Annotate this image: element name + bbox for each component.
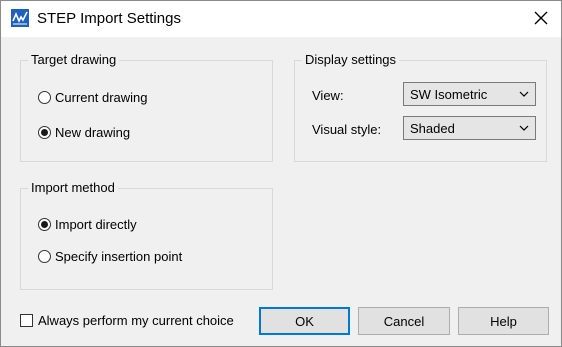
new-drawing-label: New drawing: [55, 125, 131, 140]
close-icon: [534, 11, 548, 25]
chevron-down-icon: [519, 125, 529, 131]
current-drawing-label: Current drawing: [55, 90, 148, 105]
target-drawing-group: Target drawing: [20, 52, 273, 162]
radio-button[interactable]: [38, 126, 51, 139]
view-value: SW Isometric: [410, 86, 488, 102]
always-perform-checkbox-row[interactable]: Always perform my current choice: [20, 313, 234, 328]
title-bar: STEP Import Settings: [1, 1, 561, 37]
view-dropdown[interactable]: SW Isometric: [403, 82, 536, 106]
import-method-legend: Import method: [28, 180, 118, 195]
close-button[interactable]: [527, 5, 555, 31]
visual-style-label: Visual style:: [312, 122, 382, 137]
radio-button[interactable]: [38, 218, 51, 231]
visual-style-dropdown[interactable]: Shaded: [403, 116, 536, 140]
import-directly-radio[interactable]: Import directly: [38, 217, 137, 232]
new-drawing-radio[interactable]: New drawing: [38, 125, 130, 140]
specify-insertion-point-radio[interactable]: Specify insertion point: [38, 249, 182, 264]
help-button[interactable]: Help: [458, 307, 549, 335]
specify-insertion-point-label: Specify insertion point: [55, 249, 183, 264]
radio-button[interactable]: [38, 91, 51, 104]
ok-button[interactable]: OK: [259, 307, 350, 335]
step-import-dialog: STEP Import Settings Target drawing Curr…: [0, 0, 562, 347]
visual-style-value: Shaded: [410, 120, 455, 136]
cancel-button[interactable]: Cancel: [358, 307, 450, 335]
view-label: View:: [312, 88, 344, 103]
display-settings-group: Display settings: [294, 52, 547, 162]
display-settings-legend: Display settings: [302, 52, 400, 67]
radio-button[interactable]: [38, 250, 51, 263]
always-perform-checkbox[interactable]: [20, 314, 33, 327]
import-method-group: Import method: [20, 180, 273, 290]
always-perform-label: Always perform my current choice: [38, 313, 234, 328]
import-directly-label: Import directly: [55, 217, 137, 232]
window-title: STEP Import Settings: [37, 10, 181, 27]
target-drawing-legend: Target drawing: [28, 52, 120, 67]
chevron-down-icon: [519, 91, 529, 97]
current-drawing-radio[interactable]: Current drawing: [38, 90, 148, 105]
step-import-app-icon: [11, 9, 29, 27]
